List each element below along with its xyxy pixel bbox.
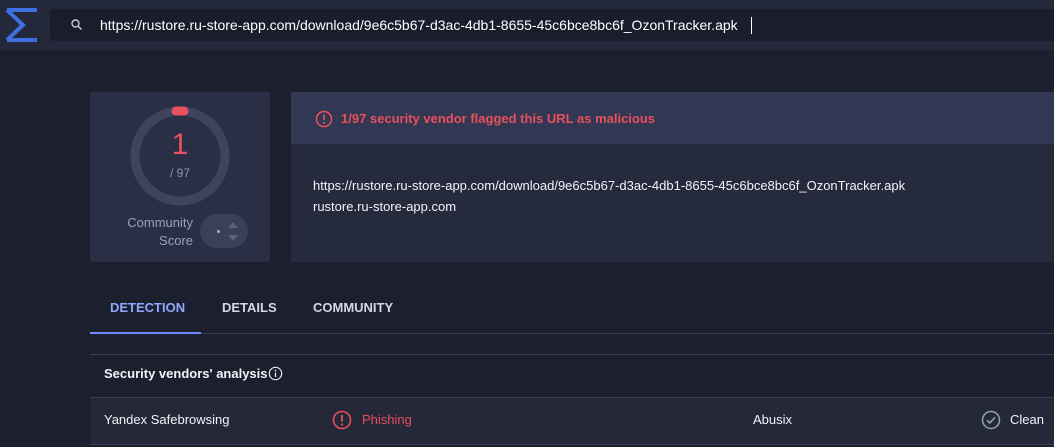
search-icon xyxy=(71,19,82,30)
scanned-domain[interactable]: rustore.ru-store-app.com xyxy=(313,199,456,214)
tab-details[interactable]: DETAILS xyxy=(222,300,277,315)
text-caret xyxy=(751,17,752,34)
logo-icon[interactable] xyxy=(3,6,41,44)
alert-text: 1/97 security vendor flagged this URL as… xyxy=(341,111,656,126)
community-vote-control[interactable] xyxy=(200,214,248,248)
alert-icon xyxy=(315,110,333,128)
vendor-name: Yandex Safebrowsing xyxy=(104,412,230,427)
alert-banner: 1/97 security vendor flagged this URL as… xyxy=(291,92,1054,144)
table-row: Yandex Safebrowsing Phishing Abusix Clea… xyxy=(90,397,1054,445)
tab-bar: DETECTION DETAILS COMMUNITY xyxy=(90,296,1054,334)
detection-count: 1 xyxy=(171,128,189,161)
community-score-label: Community Score xyxy=(127,214,193,250)
vote-up-icon[interactable] xyxy=(228,222,238,228)
vendor-result: Phishing xyxy=(362,412,412,427)
vote-down-icon[interactable] xyxy=(228,235,238,241)
active-tab-indicator xyxy=(90,332,201,334)
tab-detection[interactable]: DETECTION xyxy=(110,300,185,315)
community-label-line2: Score xyxy=(159,233,193,248)
community-label-line1: Community xyxy=(127,215,193,230)
info-icon[interactable] xyxy=(268,366,283,381)
search-input[interactable] xyxy=(100,9,1020,41)
top-bar xyxy=(0,0,1054,50)
vendor-result: Clean xyxy=(1010,412,1044,427)
vendors-analysis-header: Security vendors' analysis xyxy=(90,354,1054,395)
vote-dot-icon xyxy=(217,230,220,233)
search-bar[interactable] xyxy=(50,9,1054,41)
url-info-card: 1/97 security vendor flagged this URL as… xyxy=(291,92,1054,262)
section-title: Security vendors' analysis xyxy=(104,366,268,381)
tab-community[interactable]: COMMUNITY xyxy=(313,300,393,315)
vendor-total: / 97 xyxy=(169,166,190,180)
clean-check-icon xyxy=(981,410,1001,430)
detection-score-card: 1 / 97 Community Score xyxy=(90,92,270,262)
vendor-name: Abusix xyxy=(753,412,793,427)
phishing-icon xyxy=(332,410,352,430)
scanned-url[interactable]: https://rustore.ru-store-app.com/downloa… xyxy=(313,178,905,193)
